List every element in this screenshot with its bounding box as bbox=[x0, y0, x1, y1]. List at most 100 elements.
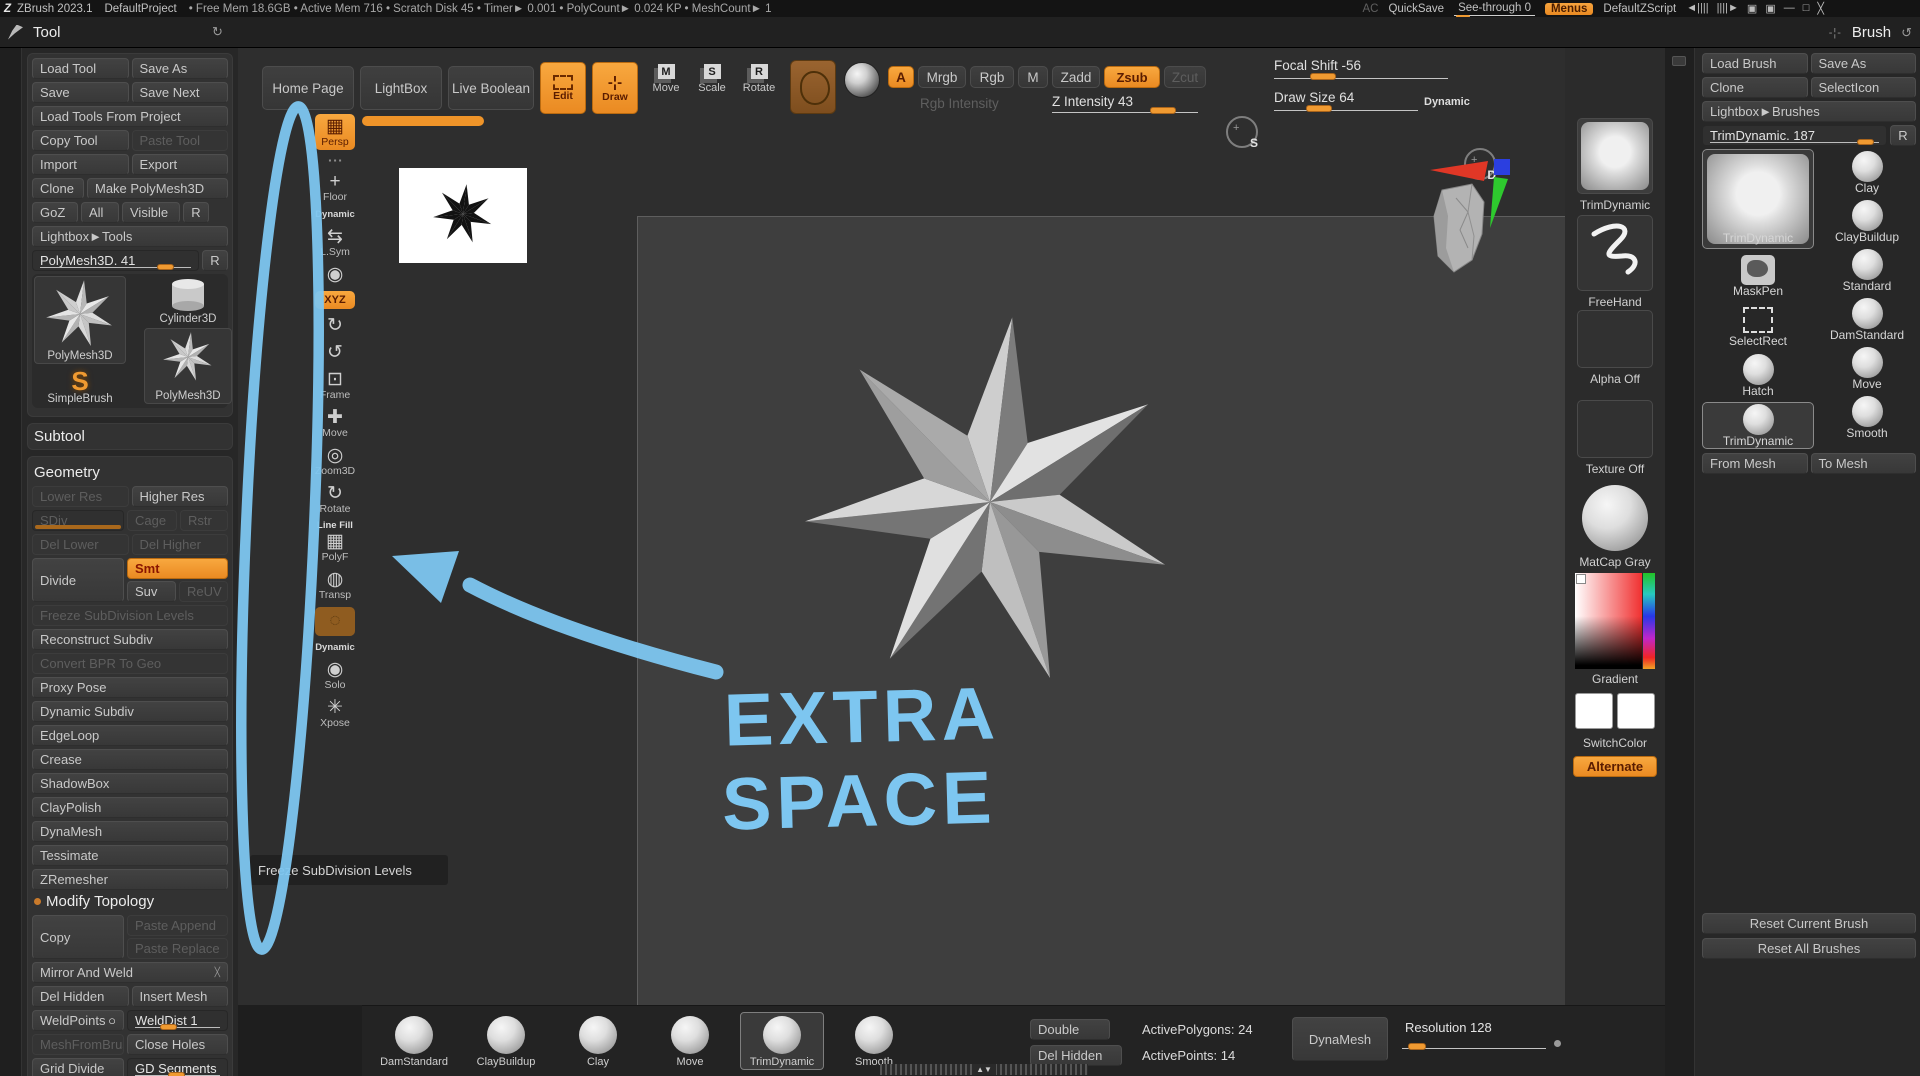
scale-mode-button[interactable]: S Scale bbox=[692, 64, 732, 94]
reconstruct-subdiv-button[interactable]: Reconstruct Subdiv bbox=[32, 629, 228, 650]
goz-button[interactable]: GoZ bbox=[32, 202, 78, 223]
bottom-brush-thumb[interactable]: Smooth bbox=[832, 1012, 916, 1070]
rotate-mode-button[interactable]: R Rotate bbox=[736, 64, 782, 94]
hue-strip[interactable] bbox=[1643, 573, 1655, 669]
copy-button[interactable]: Copy bbox=[32, 915, 124, 959]
brush-subsection[interactable] bbox=[1702, 874, 1916, 898]
shelf-toggle[interactable]: Dynamic bbox=[315, 642, 355, 653]
smt-toggle[interactable]: Smt bbox=[127, 558, 228, 579]
resolution-handle[interactable] bbox=[1408, 1043, 1426, 1050]
brush-clone-button[interactable]: Clone bbox=[1702, 77, 1808, 98]
shelf-toggle[interactable]: ◎ Zoom3D bbox=[315, 445, 355, 477]
color-swatch-main[interactable] bbox=[1575, 693, 1613, 729]
current-stroke-thumb[interactable] bbox=[1577, 215, 1653, 291]
brush-subsection[interactable] bbox=[1702, 606, 1916, 630]
brush-thumb-selectrect[interactable]: SelectRect bbox=[1702, 302, 1814, 349]
alternate-button[interactable]: Alternate bbox=[1573, 756, 1657, 777]
rstr-button[interactable]: Rstr bbox=[180, 510, 228, 531]
see-through-slider[interactable]: See-through 0 bbox=[1454, 2, 1535, 16]
grid-divide-button[interactable]: Grid Divide bbox=[32, 1058, 124, 1076]
close-holes-button[interactable]: Close Holes bbox=[127, 1034, 228, 1055]
divide-button[interactable]: Divide bbox=[32, 558, 124, 602]
save-button[interactable]: Save bbox=[32, 82, 129, 103]
del-lower-button[interactable]: Del Lower bbox=[32, 534, 129, 555]
draw-size-slider[interactable]: Draw Size 64 bbox=[1274, 90, 1354, 105]
save-as-button[interactable]: Save As bbox=[132, 58, 229, 79]
draw-mode-button[interactable]: -¦- Draw bbox=[592, 62, 638, 114]
minimize-icon[interactable]: — bbox=[1784, 2, 1795, 15]
brush-subsection[interactable] bbox=[1702, 801, 1916, 825]
shelf-toggle[interactable]: ◍ Transp bbox=[315, 569, 355, 601]
geometry-section-header[interactable]: Geometry bbox=[34, 464, 226, 481]
stroke-picker[interactable] bbox=[790, 60, 836, 114]
shelf-toggle[interactable]: ▦ Persp bbox=[315, 114, 355, 150]
make-polymesh3d-button[interactable]: Make PolyMesh3D bbox=[87, 178, 228, 199]
higher-res-button[interactable]: Higher Res bbox=[132, 486, 229, 507]
paste-tool-button[interactable]: Paste Tool bbox=[132, 130, 229, 151]
collapse-left-tray-icon[interactable]: ◄|||| bbox=[1686, 2, 1708, 15]
lightbox-tools-button[interactable]: Lightbox►Tools bbox=[32, 226, 228, 247]
shelf-toggle[interactable]: ⊡ Frame bbox=[315, 369, 355, 401]
brush-subsection[interactable] bbox=[1702, 825, 1916, 849]
brush-subsection[interactable] bbox=[1702, 582, 1916, 606]
focal-shift-slider[interactable]: Focal Shift -56 bbox=[1274, 58, 1361, 73]
edgeloop-button[interactable]: EdgeLoop bbox=[32, 725, 228, 746]
shelf-toggle[interactable]: ✚ Move bbox=[315, 407, 355, 439]
select-icon-button[interactable]: SelectIcon bbox=[1811, 77, 1917, 98]
tool-thumb-polymesh3d[interactable]: PolyMesh3D bbox=[34, 276, 126, 364]
shelf-toggle[interactable]: Dynamic bbox=[315, 209, 355, 220]
zremesher-button[interactable]: ZRemesher bbox=[32, 869, 228, 890]
tool-r-button[interactable]: R bbox=[202, 250, 228, 271]
tool-thumb-cylinder3d[interactable]: Cylinder3D bbox=[144, 276, 232, 326]
brush-thumb-move[interactable]: Move bbox=[1818, 345, 1916, 392]
weldpoints-button[interactable]: WeldPoints○ bbox=[32, 1010, 124, 1031]
gd-segments-handle[interactable] bbox=[168, 1072, 185, 1076]
clone-button[interactable]: Clone bbox=[32, 178, 84, 199]
tessimate-button[interactable]: Tessimate bbox=[32, 845, 228, 866]
brush-save-as-button[interactable]: Save As bbox=[1811, 53, 1917, 74]
double-button[interactable]: Double bbox=[1030, 1019, 1110, 1040]
material-picker[interactable] bbox=[844, 62, 880, 98]
edit-mode-button[interactable]: Edit bbox=[540, 62, 586, 114]
brush-subsection[interactable] bbox=[1702, 557, 1916, 581]
mrgb-button[interactable]: Mrgb bbox=[918, 66, 966, 88]
paste-append-button[interactable]: Paste Append bbox=[127, 915, 228, 936]
rgb-intensity-slider[interactable]: Rgb Intensity bbox=[920, 96, 999, 111]
cage-button[interactable]: Cage bbox=[127, 510, 177, 531]
color-swatch-secondary[interactable] bbox=[1617, 693, 1655, 729]
brush-thumb-clay[interactable]: Clay bbox=[1818, 149, 1916, 196]
current-brush-thumb[interactable] bbox=[1577, 118, 1653, 194]
m-button[interactable]: M bbox=[1018, 66, 1048, 88]
focal-shift-handle[interactable] bbox=[1310, 73, 1336, 80]
cycle-ui-icon[interactable]: ↻ bbox=[212, 24, 223, 40]
shelf-toggle[interactable]: ▪ ▪ ▪ bbox=[315, 156, 355, 165]
shelf-toggle[interactable]: ◉ Solo bbox=[315, 659, 355, 691]
lower-res-button[interactable]: Lower Res bbox=[32, 486, 129, 507]
gd-segments-slider[interactable]: GD Segments bbox=[127, 1058, 228, 1076]
dock-palette-icon[interactable]: ▣ bbox=[1765, 2, 1775, 15]
paste-replace-button[interactable]: Paste Replace bbox=[127, 938, 228, 959]
brush-thumb-trimdynamic-2[interactable]: TrimDynamic bbox=[1702, 402, 1814, 449]
goz-all-button[interactable]: All bbox=[81, 202, 119, 223]
left-tray-divider[interactable] bbox=[0, 48, 22, 1076]
bottom-dynamesh-button[interactable]: DynaMesh bbox=[1292, 1017, 1388, 1061]
brush-subsection[interactable] bbox=[1702, 679, 1916, 703]
brush-subsection[interactable] bbox=[1702, 752, 1916, 776]
from-mesh-button[interactable]: From Mesh bbox=[1702, 453, 1808, 474]
zsub-button[interactable]: Zsub bbox=[1104, 66, 1160, 88]
zcut-button[interactable]: Zcut bbox=[1164, 66, 1206, 88]
save-next-button[interactable]: Save Next bbox=[132, 82, 229, 103]
active-tool-slider-handle[interactable] bbox=[157, 264, 174, 270]
brush-thumb-standard[interactable]: Standard bbox=[1818, 247, 1916, 294]
color-picker[interactable] bbox=[1575, 573, 1655, 669]
copy-tool-button[interactable]: Copy Tool bbox=[32, 130, 129, 151]
brush-subsection[interactable] bbox=[1702, 630, 1916, 654]
palette-drag-handle-icon[interactable]: -¦- bbox=[1829, 27, 1842, 39]
brush-thumb-maskpen[interactable]: MaskPen bbox=[1702, 252, 1814, 299]
subtool-section-header[interactable]: Subtool bbox=[34, 428, 226, 445]
close-icon[interactable]: ╳ bbox=[1817, 2, 1824, 15]
claypolish-button[interactable]: ClayPolish bbox=[32, 797, 228, 818]
shelf-toggle[interactable]: + Floor bbox=[315, 171, 355, 203]
resolution-slider[interactable]: Resolution 128 bbox=[1398, 1017, 1548, 1038]
anchor-button[interactable]: A bbox=[888, 66, 914, 88]
